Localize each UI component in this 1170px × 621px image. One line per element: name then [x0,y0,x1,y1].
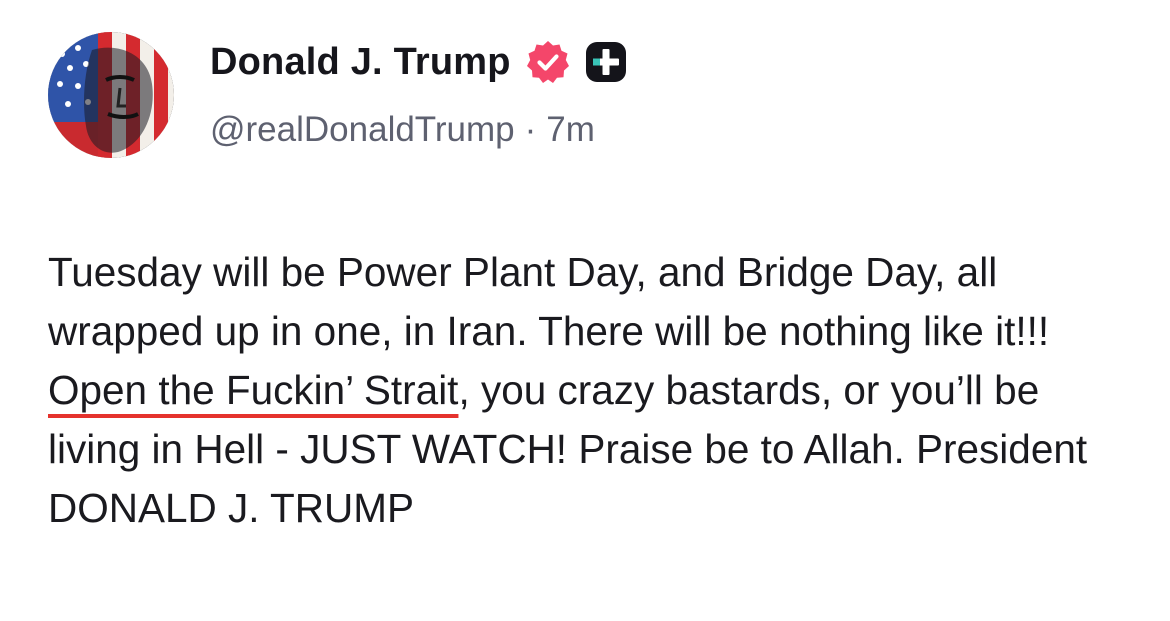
post-body: Tuesday will be Power Plant Day, and Bri… [48,243,1128,538]
meta-separator: · [524,110,537,149]
verified-badge-icon [525,39,571,85]
author-meta-row: @realDonaldTrump · 7m [210,110,595,150]
avatar[interactable] [48,32,174,158]
author-handle[interactable]: @realDonaldTrump [210,110,515,149]
post-body-part1: Tuesday will be Power Plant Day, and Bri… [48,249,1050,354]
post-timestamp[interactable]: 7m [546,110,595,149]
plus-badge-icon [585,41,627,83]
flag-portrait-avatar-icon [48,32,174,158]
post-card: Donald J. Trump @realDonaldTrump · 7m Tues… [0,0,1170,621]
author-name-row: Donald J. Trump [210,38,627,86]
post-body-highlight: Open the Fuckin’ Strait [48,367,459,413]
author-display-name[interactable]: Donald J. Trump [210,41,511,84]
